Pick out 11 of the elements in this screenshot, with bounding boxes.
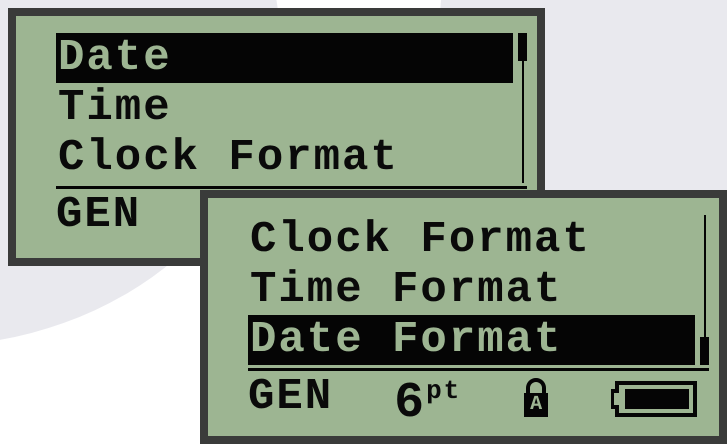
menu-item[interactable]: Time xyxy=(56,83,513,133)
menu-item[interactable]: Clock Format xyxy=(56,133,513,183)
menu-item[interactable]: Time Format xyxy=(248,265,695,315)
mode-label: GEN xyxy=(248,375,334,419)
menu-item[interactable]: Clock Format xyxy=(248,215,695,265)
font-size-label: 6$^{pt}$ xyxy=(394,374,462,426)
menu-item[interactable]: Date Format xyxy=(248,315,695,365)
mode-label: GEN xyxy=(56,193,142,237)
scrollbar-thumb[interactable] xyxy=(518,33,527,61)
menu-item[interactable]: Date xyxy=(56,33,513,83)
scrollbar-thumb[interactable] xyxy=(700,337,709,365)
